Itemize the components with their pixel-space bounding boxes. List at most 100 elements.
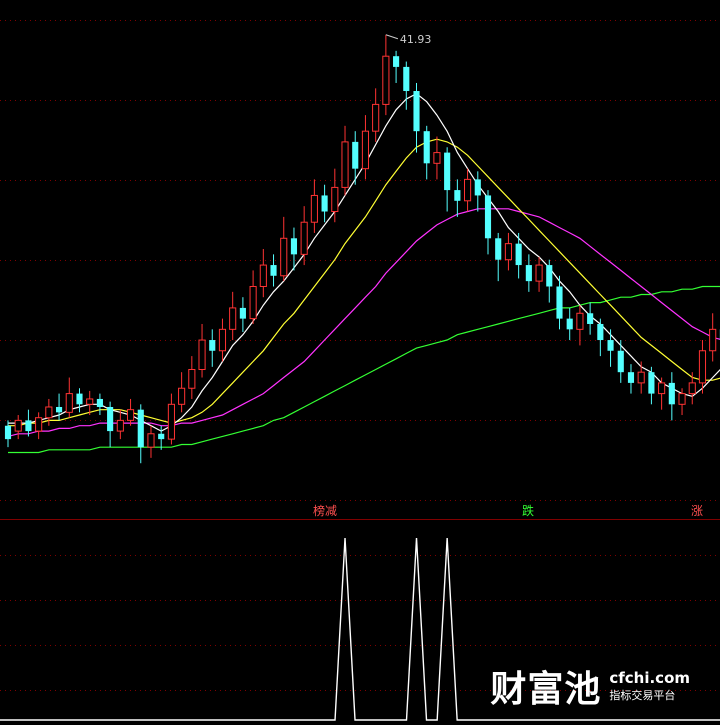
candle-body xyxy=(587,313,594,324)
candle-body xyxy=(96,398,103,407)
candle xyxy=(4,420,12,448)
candle-body xyxy=(698,350,707,384)
candle xyxy=(14,415,22,440)
candle-body xyxy=(607,340,614,351)
candle-body xyxy=(403,66,410,92)
candle-body xyxy=(637,371,645,384)
candle-body xyxy=(464,178,472,202)
candle xyxy=(504,232,512,271)
brand-domain: cfchi.com xyxy=(609,669,690,687)
candle-body xyxy=(423,131,430,164)
candle xyxy=(300,206,308,266)
candle xyxy=(576,305,584,346)
candle-body xyxy=(361,130,370,170)
candle-body xyxy=(56,406,63,413)
candle-body xyxy=(300,221,308,255)
candle-body xyxy=(218,328,227,352)
candle xyxy=(167,393,175,445)
candle-body xyxy=(352,141,359,169)
candle-body xyxy=(321,195,328,212)
candle-body xyxy=(597,323,604,341)
high-price-label: 41.93 xyxy=(400,33,432,46)
candle xyxy=(321,184,328,223)
candle-body xyxy=(413,91,420,132)
candle xyxy=(648,366,655,405)
candle xyxy=(107,401,114,448)
brand-tagline: 指标交易平台 xyxy=(609,689,676,702)
candle-body xyxy=(25,420,32,432)
candle-body xyxy=(76,393,83,405)
candle-body xyxy=(35,417,43,432)
candlesticks xyxy=(4,34,720,464)
candle xyxy=(249,270,257,324)
candle xyxy=(137,404,144,464)
candle-body xyxy=(188,369,196,389)
candle-body xyxy=(45,406,53,419)
candle-body xyxy=(158,433,165,440)
candle xyxy=(597,318,604,357)
candle xyxy=(709,313,717,362)
candle xyxy=(413,82,420,153)
candle-body xyxy=(167,403,175,440)
candle xyxy=(35,412,43,440)
candle-body xyxy=(372,103,380,132)
candle-body xyxy=(515,243,522,266)
candle xyxy=(637,361,645,394)
candle-body xyxy=(270,265,277,276)
candle xyxy=(525,254,532,292)
signal-label: 涨 xyxy=(691,503,703,518)
candle-body xyxy=(617,350,624,373)
candle-body xyxy=(86,398,94,405)
candle-body xyxy=(310,194,318,223)
candle-body xyxy=(126,409,135,421)
candle xyxy=(259,249,267,298)
candle-body xyxy=(648,372,655,394)
candle xyxy=(668,372,675,421)
candle xyxy=(270,254,277,287)
candle-body xyxy=(688,382,696,395)
candle xyxy=(617,340,624,383)
ma-longest-line xyxy=(8,285,720,454)
candle xyxy=(361,115,370,180)
candle xyxy=(218,318,227,362)
candle-body xyxy=(474,179,481,196)
candle xyxy=(454,179,461,217)
candle xyxy=(566,307,573,341)
candle xyxy=(382,34,390,116)
candle-body xyxy=(239,307,246,319)
candle xyxy=(587,302,594,335)
candle xyxy=(56,393,63,421)
candle xyxy=(484,190,492,255)
candle xyxy=(116,409,124,440)
chart-labels: 41.93 榜减 跌 涨 xyxy=(313,33,703,518)
candle xyxy=(147,425,155,458)
candle xyxy=(474,171,481,212)
candle xyxy=(607,329,614,367)
candle xyxy=(96,393,103,416)
candle xyxy=(341,125,349,196)
candle-body xyxy=(709,328,717,352)
candle xyxy=(178,372,186,413)
candle xyxy=(688,372,696,405)
candle-body xyxy=(627,372,635,383)
candle xyxy=(403,61,410,110)
candle-body xyxy=(331,186,339,213)
candle xyxy=(444,147,451,212)
candle xyxy=(310,179,318,233)
candle xyxy=(433,136,441,180)
brand-name: 财富池 xyxy=(490,669,602,710)
ma-mid-line xyxy=(8,138,720,427)
candle xyxy=(627,364,635,394)
candle-body xyxy=(259,264,267,287)
candle-body xyxy=(495,238,502,260)
candle-body xyxy=(535,264,543,282)
candle xyxy=(209,329,216,367)
candle-body xyxy=(107,406,114,432)
candle xyxy=(126,398,135,426)
candle-body xyxy=(382,55,390,105)
candle-body xyxy=(198,339,206,370)
candle xyxy=(546,259,553,303)
candle-body xyxy=(116,419,124,432)
candle xyxy=(65,377,73,418)
brand-watermark: 财富池 cfchi.com 指标交易平台 xyxy=(490,660,690,712)
